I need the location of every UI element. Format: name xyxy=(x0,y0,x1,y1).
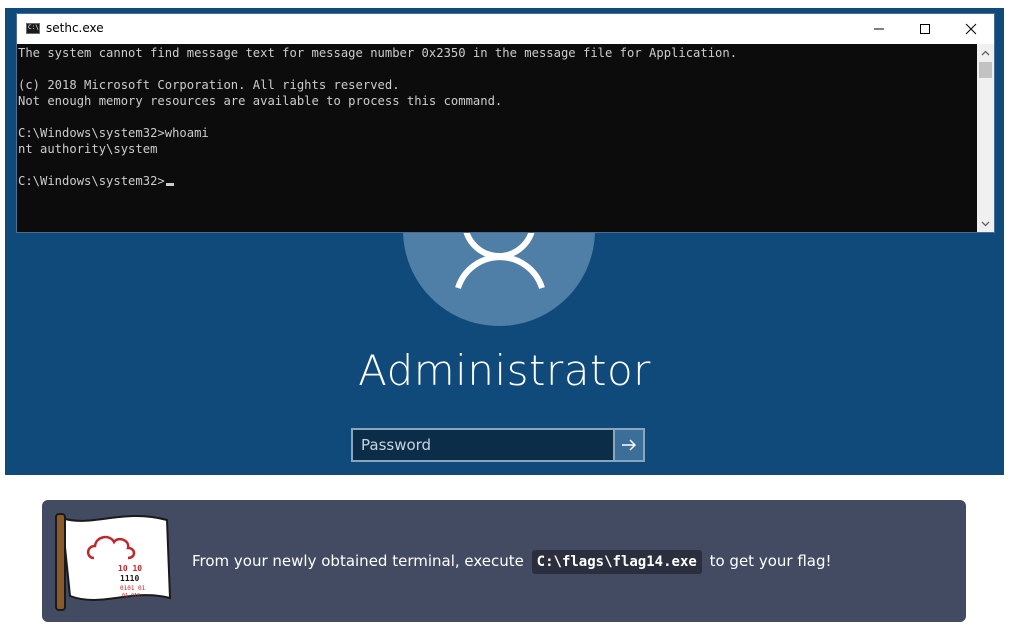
flag-digits: 10 10 xyxy=(118,564,142,573)
console-output[interactable]: The system cannot find message text for … xyxy=(17,44,977,232)
flag-banner: 10 10 1110 0101 01 01 010 From your newl… xyxy=(42,500,966,622)
arrow-right-icon xyxy=(622,439,637,451)
close-button[interactable] xyxy=(948,14,994,44)
console-prompt: C:\Windows\system32> xyxy=(18,174,165,188)
flag-command: C:\flags\flag14.exe xyxy=(531,550,702,574)
console-text: The system cannot find message text for … xyxy=(17,44,977,189)
minimize-button[interactable] xyxy=(856,14,902,44)
console-window[interactable]: C:\ sethc.exe The system cannot find mes… xyxy=(17,14,994,232)
scroll-up-button[interactable] xyxy=(977,44,994,61)
console-line: The system cannot find message text for … xyxy=(18,46,738,60)
scrollbar[interactable] xyxy=(977,44,994,232)
cmd-icon: C:\ xyxy=(26,23,40,34)
maximize-icon xyxy=(920,24,930,34)
submit-button[interactable] xyxy=(613,430,643,460)
banner-text-before: From your newly obtained terminal, execu… xyxy=(192,552,524,570)
scroll-thumb[interactable] xyxy=(979,62,992,78)
maximize-button[interactable] xyxy=(902,14,948,44)
password-input[interactable] xyxy=(353,430,615,460)
window-title: sethc.exe xyxy=(46,21,104,35)
close-icon xyxy=(965,23,977,35)
banner-text-after: to get your flag! xyxy=(709,552,832,570)
user-name: Administrator xyxy=(358,346,651,395)
console-line: (c) 2018 Microsoft Corporation. All righ… xyxy=(18,78,400,92)
text-cursor xyxy=(165,183,174,186)
flag-digits: 01 010 xyxy=(122,593,140,599)
scroll-down-button[interactable] xyxy=(977,215,994,232)
title-bar[interactable]: C:\ sethc.exe xyxy=(17,14,994,44)
banner-text: From your newly obtained terminal, execu… xyxy=(192,550,832,574)
chevron-down-icon xyxy=(981,221,990,226)
flag-digits: 1110 xyxy=(120,574,139,583)
minimize-icon xyxy=(874,28,884,30)
flag-digits: 0101 01 xyxy=(120,585,146,592)
console-line: nt authority\system xyxy=(18,142,158,156)
password-box xyxy=(351,428,645,462)
console-line: Not enough memory resources are availabl… xyxy=(18,94,503,108)
flag-icon: 10 10 1110 0101 01 01 010 xyxy=(55,513,172,611)
console-line: C:\Windows\system32>whoami xyxy=(18,126,209,140)
chevron-up-icon xyxy=(981,50,990,55)
